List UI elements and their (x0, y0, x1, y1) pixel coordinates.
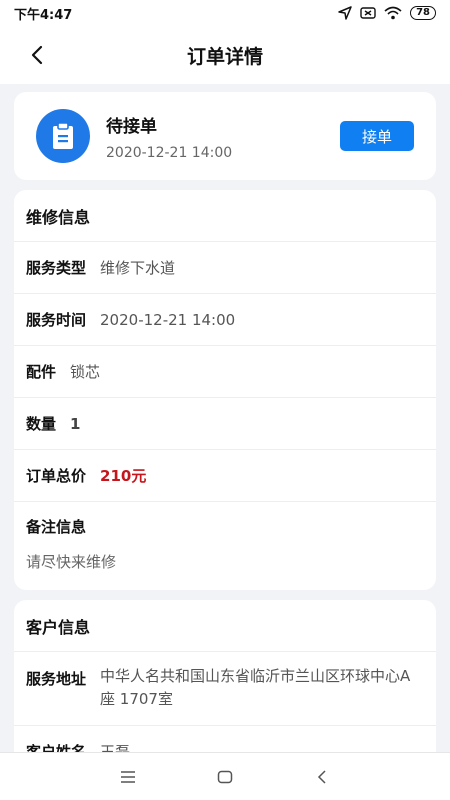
parts-value: 锁芯 (70, 363, 101, 381)
customer-info-title: 客户信息 (14, 600, 436, 652)
back-icon (317, 769, 326, 784)
total-price-value: 210元 (100, 467, 147, 485)
clipboard-icon (53, 122, 73, 149)
service-type-label: 服务类型 (26, 259, 87, 277)
accept-order-button[interactable]: 接单 (340, 121, 414, 151)
nav-bar: 订单详情 (0, 26, 450, 84)
order-status-date: 2020-12-21 14:00 (106, 144, 233, 161)
system-nav-bar (0, 752, 450, 800)
service-type-value: 维修下水道 (100, 259, 176, 277)
location-icon (338, 6, 352, 20)
sim-icon (360, 7, 376, 19)
order-status-card: 待接单 2020-12-21 14:00 接单 (14, 92, 436, 180)
note-text: 请尽快来维修 (26, 553, 117, 571)
wifi-icon (384, 6, 402, 20)
customer-name-label: 客户姓名 (26, 743, 87, 752)
service-time-value: 2020-12-21 14:00 (100, 310, 236, 329)
system-back-button[interactable] (304, 759, 340, 795)
repair-info-title: 维修信息 (14, 190, 436, 242)
status-icon-circle (36, 109, 90, 163)
note-label: 备注信息 (26, 518, 87, 536)
menu-icon (121, 770, 136, 783)
back-arrow-icon (31, 45, 43, 65)
quantity-value: 1 (70, 414, 81, 433)
service-type-row: 服务类型 维修下水道 (14, 242, 436, 294)
service-address-row: 服务地址 中华人名共和国山东省临沂市兰山区环球中心A座 1707室 (14, 652, 436, 726)
total-price-label: 订单总价 (26, 467, 87, 485)
home-button[interactable] (207, 759, 243, 795)
parts-row: 配件 锁芯 (14, 346, 436, 398)
repair-info-card: 维修信息 服务类型 维修下水道 服务时间 2020-12-21 14:00 配件… (14, 190, 436, 590)
quantity-row: 数量 1 (14, 398, 436, 450)
status-bar: 下午4:47 78 (0, 0, 450, 26)
status-time: 下午4:47 (14, 7, 73, 23)
service-address-label: 服务地址 (26, 670, 87, 688)
quantity-label: 数量 (26, 415, 57, 433)
page-title: 订单详情 (186, 45, 263, 68)
status-text-block: 待接单 2020-12-21 14:00 (106, 112, 340, 161)
customer-info-card: 客户信息 服务地址 中华人名共和国山东省临沂市兰山区环球中心A座 1707室 客… (14, 600, 436, 752)
order-content[interactable]: 待接单 2020-12-21 14:00 接单 维修信息 服务类型 维修下水道 … (0, 84, 450, 752)
back-button[interactable] (22, 40, 52, 70)
total-price-row: 订单总价 210元 (14, 450, 436, 502)
note-block: 备注信息 请尽快来维修 (14, 502, 436, 590)
parts-label: 配件 (26, 363, 57, 381)
battery-indicator: 78 (410, 6, 436, 20)
service-time-label: 服务时间 (26, 311, 87, 329)
order-status-title: 待接单 (106, 116, 157, 137)
service-time-row: 服务时间 2020-12-21 14:00 (14, 294, 436, 346)
customer-name-row: 客户姓名 王磊 (14, 726, 436, 752)
service-address-value: 中华人名共和国山东省临沂市兰山区环球中心A座 1707室 (100, 667, 411, 708)
home-icon (217, 770, 233, 783)
status-icons: 78 (338, 6, 436, 20)
menu-button[interactable] (110, 759, 146, 795)
customer-name-value: 王磊 (100, 743, 131, 752)
